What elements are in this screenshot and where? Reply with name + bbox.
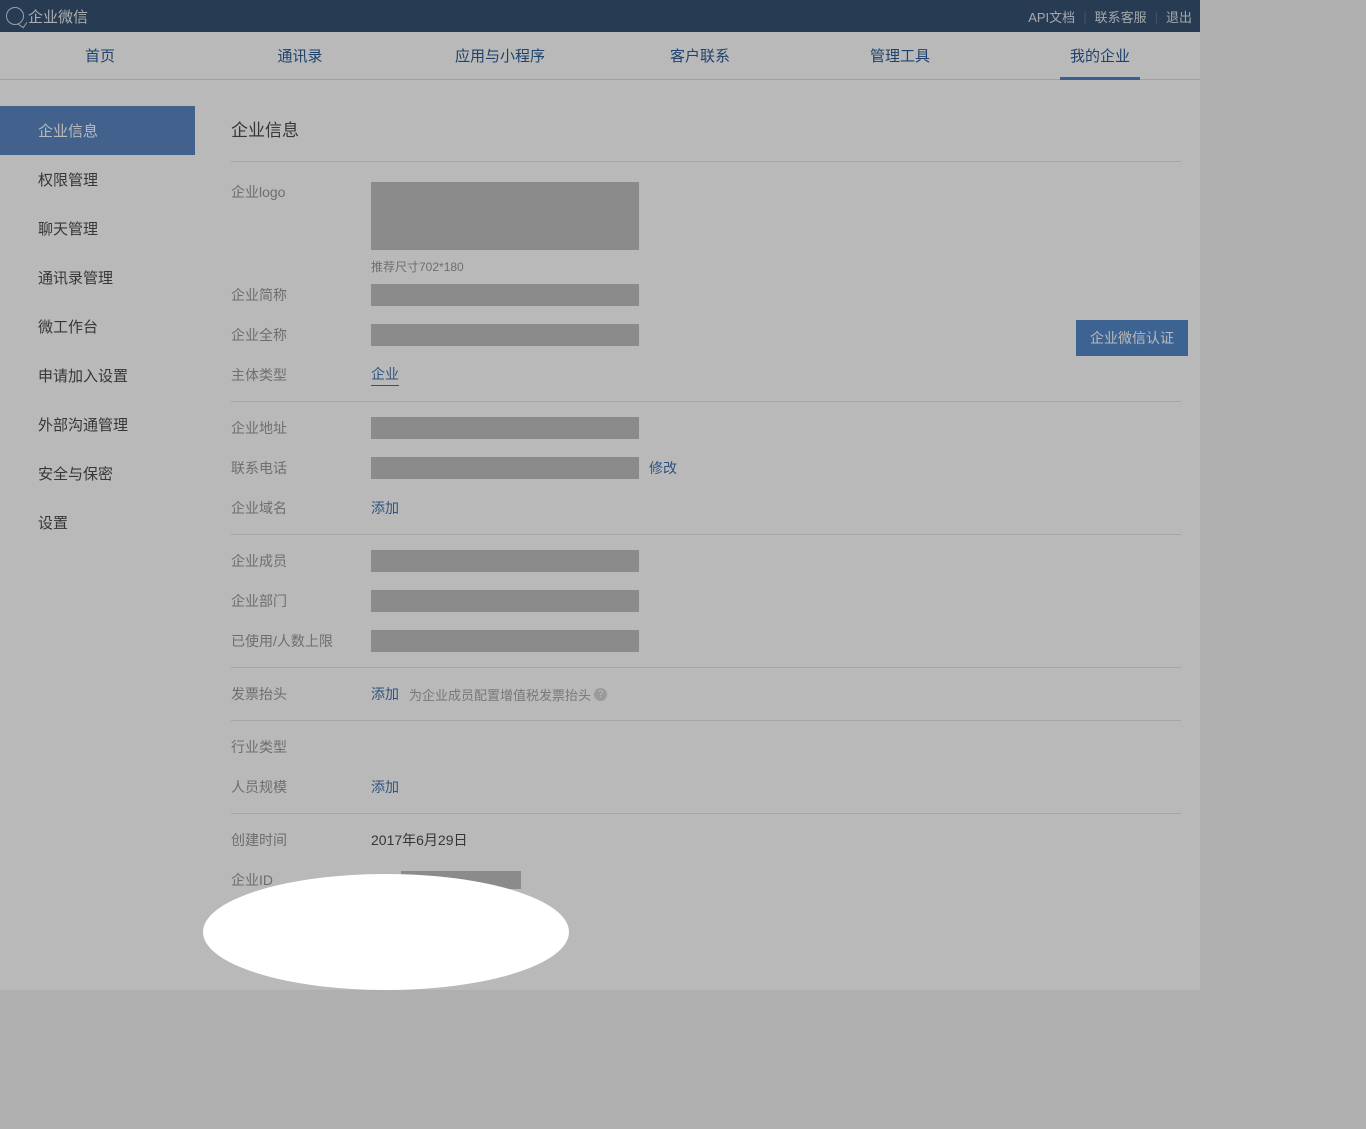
brand-logo-icon [6, 7, 24, 25]
full-name-value [371, 324, 639, 346]
sidebar-item-settings[interactable]: 设置 [0, 498, 195, 547]
top-link-api[interactable]: API文档 [1028, 7, 1075, 26]
label-scale: 人员规模 [231, 777, 371, 797]
domain-add-link[interactable]: 添加 [371, 498, 399, 518]
label-quota: 已使用/人数上限 [231, 631, 371, 651]
logo-hint: 推荐尺寸702*180 [371, 258, 1181, 275]
sidebar-item-join-settings[interactable]: 申请加入设置 [0, 351, 195, 400]
label-logo: 企业logo [231, 182, 371, 202]
nav-tab-apps[interactable]: 应用与小程序 [400, 32, 600, 79]
brand-name: 企业微信 [28, 6, 88, 27]
members-value [371, 550, 639, 572]
label-departments: 企业部门 [231, 591, 371, 611]
topbar: 企业微信 API文档 | 联系客服 | 退出 [0, 0, 1200, 32]
page-title: 企业信息 [231, 106, 1181, 161]
label-phone: 联系电话 [231, 458, 371, 478]
main-nav: 首页 通讯录 应用与小程序 客户联系 管理工具 我的企业 [0, 32, 1200, 80]
topbar-separator: | [1155, 9, 1158, 24]
label-members: 企业成员 [231, 551, 371, 571]
verify-button[interactable]: 企业微信认证 [1076, 320, 1188, 356]
label-industry: 行业类型 [231, 737, 371, 757]
phone-edit-link[interactable]: 修改 [649, 458, 677, 478]
departments-value [371, 590, 639, 612]
phone-value [371, 457, 639, 479]
sidebar: 企业信息 权限管理 聊天管理 通讯录管理 微工作台 申请加入设置 外部沟通管理 … [0, 106, 195, 547]
label-address: 企业地址 [231, 418, 371, 438]
label-subject-type: 主体类型 [231, 365, 371, 385]
quota-value [371, 630, 639, 652]
label-short-name: 企业简称 [231, 285, 371, 305]
sidebar-item-chat[interactable]: 聊天管理 [0, 204, 195, 253]
nav-tab-contacts[interactable]: 通讯录 [200, 32, 400, 79]
topbar-separator: | [1083, 9, 1086, 24]
invoice-hint: 为企业成员配置增值税发票抬头 [409, 685, 591, 704]
label-full-name: 企业全称 [231, 325, 371, 345]
sidebar-item-external[interactable]: 外部沟通管理 [0, 400, 195, 449]
top-link-contact[interactable]: 联系客服 [1095, 7, 1147, 26]
label-corp-id: 企业ID [231, 870, 371, 890]
nav-tab-mycorp[interactable]: 我的企业 [1000, 32, 1200, 79]
help-icon[interactable]: ? [594, 688, 607, 701]
label-created: 创建时间 [231, 830, 371, 850]
sidebar-item-addressbook[interactable]: 通讯录管理 [0, 253, 195, 302]
created-value: 2017年6月29日 [371, 830, 468, 850]
sidebar-item-workbench[interactable]: 微工作台 [0, 302, 195, 351]
sidebar-item-corp-info[interactable]: 企业信息 [0, 106, 195, 155]
sidebar-item-permissions[interactable]: 权限管理 [0, 155, 195, 204]
label-domain: 企业域名 [231, 498, 371, 518]
nav-tab-home[interactable]: 首页 [0, 32, 200, 79]
nav-tab-tools[interactable]: 管理工具 [800, 32, 1000, 79]
label-invoice: 发票抬头 [231, 684, 371, 704]
invoice-add-link[interactable]: 添加 [371, 684, 399, 704]
subject-type-value[interactable]: 企业 [371, 364, 399, 386]
scale-add-link[interactable]: 添加 [371, 777, 399, 797]
nav-tab-customer[interactable]: 客户联系 [600, 32, 800, 79]
address-value [371, 417, 639, 439]
short-name-value [371, 284, 639, 306]
top-link-logout[interactable]: 退出 [1166, 7, 1192, 26]
sidebar-item-security[interactable]: 安全与保密 [0, 449, 195, 498]
corp-id-masked [401, 871, 521, 889]
corp-id-value: ww [371, 872, 391, 888]
logo-placeholder[interactable] [371, 182, 639, 250]
